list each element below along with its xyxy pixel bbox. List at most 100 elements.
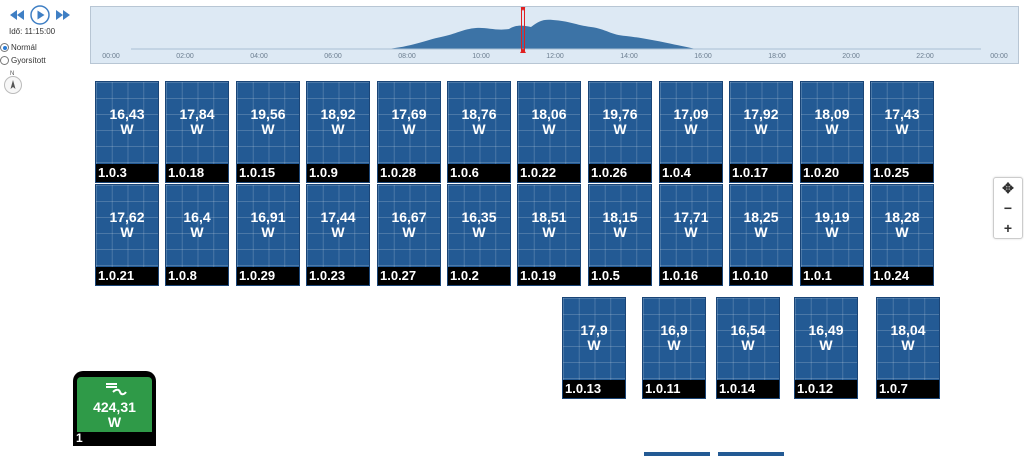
panel-power-value: 18,28 — [884, 209, 920, 225]
mode-normal-radio[interactable]: Normál — [0, 43, 37, 52]
inverter-id: 1 — [76, 431, 83, 445]
solar-panel[interactable]: 16,9 W 1.0.11 — [642, 297, 706, 399]
solar-panel[interactable]: 18,28 W 1.0.24 — [870, 184, 934, 286]
panel-power-value: 18,06 — [531, 106, 567, 122]
panel-id: 1.0.16 — [660, 267, 722, 285]
solar-panel[interactable]: 18,51 W 1.0.19 — [517, 184, 581, 286]
timeline-tick-label: 14:00 — [620, 53, 638, 60]
pan-move-icon[interactable]: ✥ — [994, 178, 1022, 198]
panel-id: 1.0.21 — [96, 267, 158, 285]
solar-panel[interactable]: 16,4 W 1.0.8 — [165, 184, 229, 286]
solar-panel[interactable]: 18,09 W 1.0.20 — [800, 81, 864, 183]
panel-power-value: 16,9 — [660, 322, 688, 338]
inverter[interactable]: 424,31 W 1 — [73, 371, 156, 446]
solar-panel[interactable]: 19,19 W 1.0.1 — [800, 184, 864, 286]
ac-dc-icon — [106, 383, 127, 396]
panel-power-value: 16,67 — [391, 209, 427, 225]
time-cursor-handle[interactable] — [520, 7, 526, 11]
timeline-tick-label: 10:00 — [472, 53, 490, 60]
solar-panel[interactable]: 16,43 W 1.0.3 — [95, 81, 159, 183]
timeline-tick-label: 22:00 — [916, 53, 934, 60]
timeline-tick-label: 18:00 — [768, 53, 786, 60]
panel-power-unit: W — [901, 337, 915, 353]
panel-id: 1.0.6 — [448, 164, 510, 182]
timeline[interactable]: 00:00 02:00 04:00 06:00 08:00 10:00 12:00 14:00… — [90, 6, 1019, 64]
solar-panel[interactable]: 18,92 W 1.0.9 — [306, 81, 370, 183]
solar-panel[interactable]: 19,56 W 1.0.15 — [236, 81, 300, 183]
solar-panel[interactable]: 17,09 W 1.0.4 — [659, 81, 723, 183]
panel-id: 1.0.3 — [96, 164, 158, 182]
panel-power-value: 17,09 — [673, 106, 709, 122]
solar-panel[interactable]: 16,35 W 1.0.2 — [447, 184, 511, 286]
mode-fast-radio[interactable]: Gyorsított — [0, 56, 46, 65]
panel-power-unit: W — [120, 224, 134, 240]
panel-power-value: 17,44 — [320, 209, 356, 225]
solar-panel[interactable]: 17,9 W 1.0.13 — [562, 297, 626, 399]
panel-power-value: 18,51 — [531, 209, 567, 225]
inverter-power-unit: W — [107, 414, 122, 430]
solar-panel[interactable]: 17,69 W 1.0.28 — [377, 81, 441, 183]
panel-power-unit: W — [190, 121, 204, 137]
panel-id: 1.0.2 — [448, 267, 510, 285]
panel-power-unit: W — [402, 121, 416, 137]
panel-power-value: 16,35 — [461, 209, 497, 225]
panel-power-unit: W — [895, 224, 909, 240]
panel-power-unit: W — [331, 121, 345, 137]
panel-power-value: 17,9 — [580, 322, 608, 338]
panel-id: 1.0.27 — [378, 267, 440, 285]
timeline-tick-label: 06:00 — [324, 53, 342, 60]
zoom-out-button[interactable]: − — [994, 198, 1022, 218]
panel-power-unit: W — [825, 121, 839, 137]
rewind-icon[interactable] — [10, 10, 24, 20]
panel-id: 1.0.24 — [871, 267, 933, 285]
panel-id: 1.0.20 — [801, 164, 863, 182]
panel-id: 1.0.1 — [801, 267, 863, 285]
timeline-tick-label: 04:00 — [250, 53, 268, 60]
panel-power-unit: W — [754, 121, 768, 137]
compass-icon[interactable] — [4, 76, 22, 94]
map-zoom-controls: ✥ − + — [993, 177, 1023, 239]
fast-forward-icon[interactable] — [56, 10, 70, 20]
solar-panel[interactable]: 17,43 W 1.0.25 — [870, 81, 934, 183]
timeline-tick-label: 00:00 — [102, 53, 120, 60]
panel-power-unit: W — [472, 224, 486, 240]
panel-id: 1.0.26 — [589, 164, 651, 182]
inverter-display: 424,31 W — [77, 377, 152, 432]
solar-panel[interactable]: 16,49 W 1.0.12 — [794, 297, 858, 399]
panel-power-unit: W — [895, 121, 909, 137]
panel-power-unit: W — [331, 224, 345, 240]
solar-panel[interactable]: 16,67 W 1.0.27 — [377, 184, 441, 286]
panel-id: 1.0.29 — [237, 267, 299, 285]
solar-panel[interactable]: 18,04 W 1.0.7 — [876, 297, 940, 399]
solar-panel[interactable]: 19,76 W 1.0.26 — [588, 81, 652, 183]
time-cursor-handle-bottom[interactable] — [520, 48, 526, 53]
panel-power-value: 18,15 — [602, 209, 638, 225]
panel-power-unit: W — [684, 224, 698, 240]
play-button[interactable] — [30, 5, 50, 25]
solar-panel[interactable]: 17,92 W 1.0.17 — [729, 81, 793, 183]
solar-panel[interactable]: 16,91 W 1.0.29 — [236, 184, 300, 286]
timeline-tick-label: 00:00 — [990, 53, 1008, 60]
timeline-tick-label: 12:00 — [546, 53, 564, 60]
solar-panel[interactable]: 17,44 W 1.0.23 — [306, 184, 370, 286]
panel-power-value: 18,92 — [320, 106, 356, 122]
panel-power-value: 16,43 — [109, 106, 145, 122]
panel-power-unit: W — [587, 337, 601, 353]
solar-panel[interactable]: 17,71 W 1.0.16 — [659, 184, 723, 286]
solar-panel[interactable]: 18,76 W 1.0.6 — [447, 81, 511, 183]
solar-panel[interactable]: 16,54 W 1.0.14 — [716, 297, 780, 399]
panel-power-value: 18,04 — [890, 322, 926, 338]
solar-panel[interactable]: 17,62 W 1.0.21 — [95, 184, 159, 286]
time-cursor[interactable] — [521, 7, 525, 51]
panel-power-value: 18,09 — [814, 106, 850, 122]
timeline-tick-label: 20:00 — [842, 53, 860, 60]
solar-panel[interactable]: 18,15 W 1.0.5 — [588, 184, 652, 286]
zoom-in-button[interactable]: + — [994, 218, 1022, 238]
solar-panel[interactable]: 18,06 W 1.0.22 — [517, 81, 581, 183]
panel-id: 1.0.15 — [237, 164, 299, 182]
inverter-power-value: 424,31 — [93, 399, 136, 415]
solar-panel[interactable]: 17,84 W 1.0.18 — [165, 81, 229, 183]
panel-power-unit: W — [472, 121, 486, 137]
solar-panel[interactable]: 18,25 W 1.0.10 — [729, 184, 793, 286]
panel-power-value: 17,71 — [673, 209, 709, 225]
